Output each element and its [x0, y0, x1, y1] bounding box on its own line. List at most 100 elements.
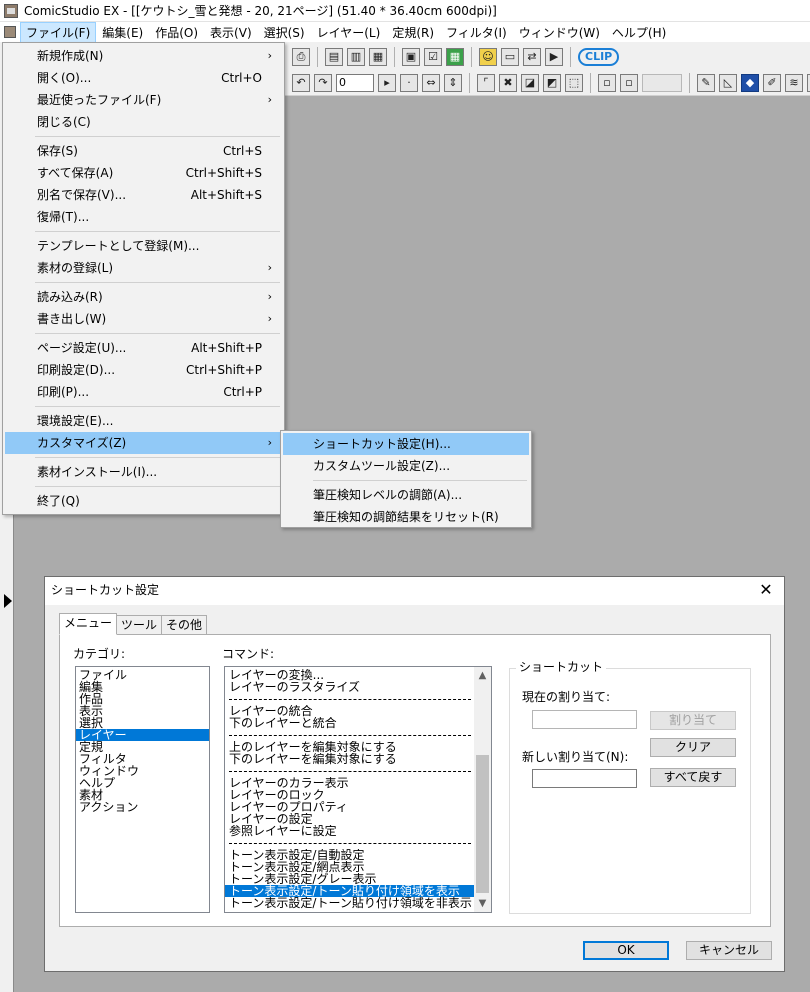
menu-item-shortcut: Alt+Shift+S — [190, 188, 262, 202]
menu-item-label: 素材インストール(I)... — [37, 465, 158, 479]
tab-tool[interactable]: ツール — [116, 615, 163, 635]
file-menu-item[interactable]: ページ設定(U)... Alt+Shift+P — [5, 337, 282, 359]
menubar-item[interactable]: 作品(O) — [149, 22, 204, 43]
file-menu-item[interactable]: 素材の登録(L) › — [5, 257, 282, 279]
command-item[interactable]: トーン表示設定/トーン貼り付け領域を表示 — [225, 885, 475, 897]
select-corner-icon[interactable]: ⌜ — [477, 73, 495, 92]
command-item[interactable]: トーン表示設定/自動設定 — [225, 849, 475, 861]
scroll-thumb[interactable] — [476, 755, 489, 893]
command-item[interactable]: レイヤーのロック — [225, 789, 475, 801]
menubar-item[interactable]: ファイル(F) — [20, 21, 97, 43]
bucket-icon[interactable]: ◆ — [741, 73, 759, 92]
category-item[interactable]: アクション — [76, 801, 209, 813]
file-menu-item[interactable]: 復帰(T)... — [5, 206, 282, 228]
rotate-right-icon[interactable]: ↷ — [314, 73, 332, 92]
transform-icon[interactable]: ◪ — [521, 73, 539, 92]
menubar-item[interactable]: レイヤー(L) — [311, 22, 387, 43]
file-menu-item[interactable]: すべて保存(A) Ctrl+Shift+S — [5, 162, 282, 184]
file-menu-item[interactable]: 印刷(P)... Ctrl+P — [5, 381, 282, 403]
selection-icon[interactable]: ⬚ — [565, 73, 583, 92]
command-item[interactable]: トーン表示設定/グレー表示 — [225, 873, 475, 885]
file-menu-item[interactable]: 開く(O)... Ctrl+O — [5, 67, 282, 89]
clip-logo-button[interactable]: CLIP — [578, 47, 620, 66]
menu-item-label: 環境設定(E)... — [37, 414, 114, 428]
tab-other[interactable]: その他 — [161, 615, 208, 635]
command-item[interactable]: レイヤーのプロパティ — [225, 801, 475, 813]
scroll-down-icon[interactable]: ▼ — [474, 895, 491, 912]
crop-icon[interactable]: ✖ — [499, 73, 517, 92]
menubar-item[interactable]: ヘルプ(H) — [606, 22, 672, 43]
play-icon[interactable]: ▶ — [545, 47, 563, 66]
ruler-icon[interactable]: ◺ — [719, 73, 737, 92]
clear-button[interactable]: クリア — [650, 738, 736, 757]
rotate-left-icon[interactable]: ↶ — [292, 73, 310, 92]
menubar-item[interactable]: 編集(E) — [96, 22, 149, 43]
file-menu-item[interactable]: 保存(S) Ctrl+S — [5, 140, 282, 162]
category-list[interactable]: ファイル 編集 作品 表示 選択 レイヤー 定規 フィルタ ウィンドウ ヘルプ 素材 アクション — [75, 666, 210, 913]
sync-icon[interactable]: ⇄ — [523, 47, 541, 66]
navigator-icon[interactable]: ▭ — [501, 47, 519, 66]
customize-submenu-item[interactable]: ショートカット設定(H)... — [283, 433, 529, 455]
file-menu-item[interactable]: 最近使ったファイル(F) › — [5, 89, 282, 111]
command-item[interactable]: 上のレイヤーを編集対象にする — [225, 741, 475, 753]
reset-all-button[interactable]: すべて戻す — [650, 768, 736, 787]
file-menu-item[interactable]: 素材インストール(I)... — [5, 461, 282, 483]
file-menu-item[interactable]: 別名で保存(V)... Alt+Shift+S — [5, 184, 282, 206]
disabled-tool-icon: ▫ — [598, 73, 616, 92]
menubar-item[interactable]: 選択(S) — [258, 22, 311, 43]
file-menu-item[interactable]: カスタマイズ(Z) › — [5, 432, 282, 454]
file-menu-item[interactable]: 閉じる(C) — [5, 111, 282, 133]
scroll-up-icon[interactable]: ▲ — [474, 667, 491, 684]
new-assignment-input[interactable] — [532, 769, 637, 788]
tab-menu[interactable]: メニュー — [59, 613, 118, 635]
customize-submenu-item[interactable]: 筆圧検知の調節結果をリセット(R) — [283, 506, 529, 528]
properties-palette-icon[interactable]: ☑ — [424, 47, 442, 66]
command-item[interactable]: レイヤーの変換... — [225, 669, 475, 681]
window-title: ComicStudio EX - [[ケウトシ_雪と発想 - 20, 21ページ… — [24, 4, 497, 18]
toolbar-separator — [590, 72, 591, 93]
page-list-icon[interactable]: ▥ — [347, 47, 365, 66]
menubar-item[interactable]: 表示(V) — [204, 22, 258, 43]
material-palette-icon[interactable]: ☺ — [479, 47, 497, 66]
file-menu-item[interactable]: 環境設定(E)... — [5, 410, 282, 432]
command-scrollbar[interactable]: ▲ ▼ — [474, 667, 491, 912]
command-item[interactable]: トーン表示設定/網点表示 — [225, 861, 475, 873]
current-assignment-label: 現在の割り当て: — [522, 690, 611, 704]
file-menu-item[interactable]: 終了(Q) — [5, 490, 282, 512]
assign-button[interactable]: 割り当て — [650, 711, 736, 730]
flip-vertical-icon[interactable]: ⇕ — [444, 73, 462, 92]
menubar-item[interactable]: 定規(R) — [386, 22, 440, 43]
file-menu-item[interactable]: 印刷設定(D)... Ctrl+Shift+P — [5, 359, 282, 381]
command-item[interactable]: レイヤーの設定 — [225, 813, 475, 825]
pen-icon[interactable]: ✎ — [697, 73, 715, 92]
customize-submenu-item[interactable]: 筆圧検知レベルの調節(A)... — [283, 484, 529, 506]
command-list[interactable]: レイヤーの変換... レイヤーのラスタライズ レイヤーの統合 下のレイヤーと統合 上のレ… — [224, 666, 492, 913]
close-icon[interactable]: ✕ — [756, 580, 776, 600]
menubar-item[interactable]: フィルタ(I) — [440, 22, 513, 43]
customize-submenu-item[interactable]: カスタムツール設定(Z)... — [283, 455, 529, 477]
story-view-icon[interactable]: ▦ — [369, 47, 387, 66]
rotation-input[interactable]: 0 — [336, 73, 374, 92]
command-item[interactable]: レイヤーの統合 — [225, 705, 475, 717]
file-menu-item[interactable]: 読み込み(R) › — [5, 286, 282, 308]
file-menu-item[interactable]: テンプレートとして登録(M)... — [5, 235, 282, 257]
dot-icon[interactable]: · — [400, 73, 418, 92]
shortcut-settings-dialog: ショートカット設定 ✕ メニュー ツール その他 カテゴリ: ファイル 編集 作品表… — [44, 576, 785, 972]
file-menu-item[interactable]: 新規作成(N) › — [5, 45, 282, 67]
flip-horizontal-icon[interactable]: ⇔ — [422, 73, 440, 92]
file-menu-item[interactable]: 書き出し(W) › — [5, 308, 282, 330]
cancel-button[interactable]: キャンセル — [686, 941, 772, 960]
print-icon[interactable]: ⎙ — [292, 47, 310, 66]
color-palette-icon[interactable]: ▦ — [446, 47, 464, 66]
eraser-icon[interactable]: ✐ — [763, 73, 781, 92]
brush-icon[interactable]: ≋ — [785, 73, 803, 92]
chevron-right-icon[interactable]: ▸ — [378, 73, 396, 92]
layer-palette-icon[interactable]: ▣ — [402, 47, 420, 66]
free-transform-icon[interactable]: ◩ — [543, 73, 561, 92]
ok-button[interactable]: OK — [583, 941, 669, 960]
page-view-icon[interactable]: ▤ — [325, 47, 343, 66]
menubar-item[interactable]: ウィンドウ(W) — [513, 22, 606, 43]
command-item[interactable]: レイヤーのカラー表示 — [225, 777, 475, 789]
document-icon[interactable] — [0, 22, 20, 42]
command-item[interactable]: トーン表示設定/トーン貼り付け領域を非表示 — [225, 897, 475, 909]
